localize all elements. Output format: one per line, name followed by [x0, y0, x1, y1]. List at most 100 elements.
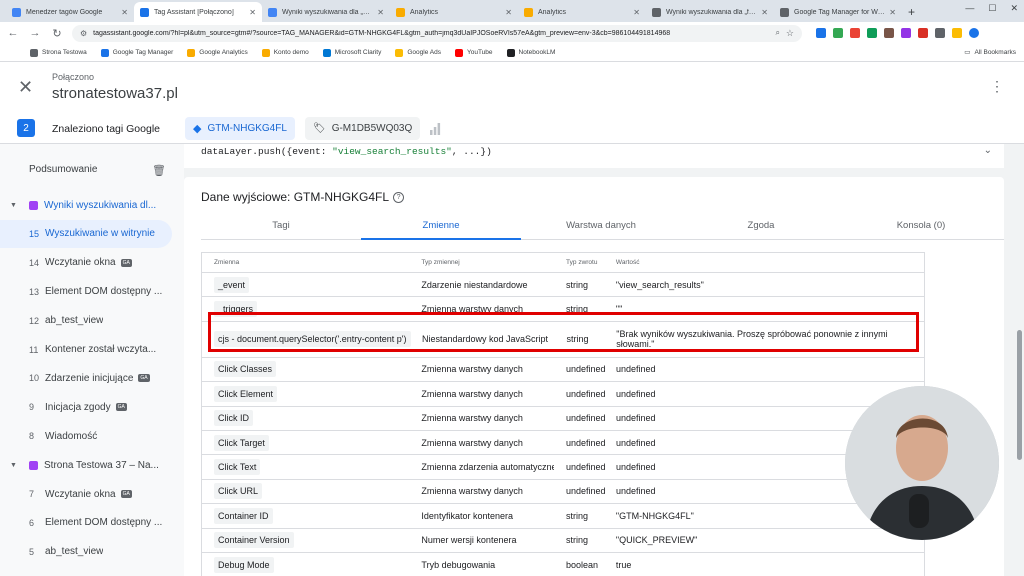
maximize-icon[interactable]: ☐ — [988, 3, 996, 14]
extension-icon[interactable] — [816, 28, 826, 38]
bookmark-item[interactable]: YouTube — [454, 48, 493, 57]
sidebar-event-item[interactable]: 7 Wczytanie okna GA — [0, 480, 184, 508]
bookmark-item[interactable]: Google Ads — [395, 48, 441, 57]
close-tab-icon[interactable]: ✕ — [505, 8, 512, 17]
close-tab-icon[interactable]: ✕ — [377, 8, 384, 17]
ga-badge: GA — [120, 258, 132, 267]
variable-name[interactable]: _triggers — [214, 301, 258, 318]
sidebar-event-item[interactable]: 6 Element DOM dostępny ... — [0, 509, 184, 537]
all-bookmarks[interactable]: ▭ All Bookmarks — [964, 48, 1016, 57]
scrollbar[interactable] — [1017, 330, 1022, 460]
clear-list-icon[interactable]: 🗑 — [152, 164, 166, 177]
output-tab[interactable]: Tagi — [201, 214, 361, 239]
sidebar-event-item[interactable]: 12 ab_test_view — [0, 307, 184, 335]
bookmark-star-icon[interactable]: ☆ — [786, 28, 794, 39]
extension-icon[interactable] — [867, 28, 877, 38]
bookmark-item[interactable]: Konto demo — [261, 48, 309, 57]
output-tab[interactable]: Warstwa danych — [521, 214, 681, 239]
gtm-container-chip[interactable]: ◆ GTM-NHGKG4FL — [185, 117, 295, 140]
output-tab[interactable]: Zmienne — [361, 214, 521, 240]
new-tab-icon[interactable]: + — [908, 2, 915, 22]
variable-name[interactable]: Click Element — [214, 385, 278, 402]
address-bar[interactable]: ⚙ tagassistant.google.com/?hl=pl&utm_sou… — [72, 24, 802, 42]
site-info-icon[interactable]: ⚙ — [80, 29, 87, 38]
sidebar-event-item[interactable]: 5 ab_test_view — [0, 538, 184, 566]
ga-tag-chip[interactable]: 🏷 G-M1DB5WQ03Q — [305, 117, 421, 140]
browser-tab[interactable]: Google Tag Manager for Word... ✕ — [774, 2, 902, 22]
chevron-down-icon[interactable]: ⌄ — [984, 145, 992, 156]
browser-tab[interactable]: Wyniki wyszukiwania dla „frazy... ✕ — [646, 2, 774, 22]
output-tab[interactable]: Konsola (0) — [841, 214, 1001, 239]
sidebar-event-item[interactable]: 11 Kontener został wczyta... — [0, 336, 184, 364]
sidebar-event-item[interactable]: 13 Element DOM dostępny ... — [0, 278, 184, 306]
browser-tab[interactable]: Wyniki wyszukiwania dla „pier... ✕ — [262, 2, 390, 22]
table-row: Click Classes Zmienna warstwy danych undef… — [202, 358, 924, 383]
extension-icon[interactable] — [969, 28, 979, 38]
back-icon[interactable]: ← — [6, 27, 20, 39]
event-label: Wczytanie okna GA — [45, 257, 132, 269]
bookmark-item[interactable]: Google Tag Manager — [100, 48, 173, 57]
sidebar-event-item[interactable]: 8 Wiadomość — [0, 422, 184, 450]
variable-name-cell: Click Text — [202, 459, 409, 476]
variable-name[interactable]: Click URL — [214, 483, 263, 500]
close-tab-icon[interactable]: ✕ — [761, 8, 768, 17]
close-icon[interactable]: ✕ — [18, 77, 33, 98]
variable-name[interactable]: Click Classes — [214, 361, 277, 378]
minimize-icon[interactable]: — — [965, 3, 974, 14]
bookmark-item[interactable]: NotebookLM — [506, 48, 555, 57]
sidebar-event-item[interactable]: 15 Wyszukiwanie w witrynie — [0, 219, 172, 248]
table-row: Container ID Identyfikator kontenera strin… — [202, 504, 924, 529]
output-tab[interactable]: Zgoda — [681, 214, 841, 239]
sidebar-page-group[interactable]: ▼ Strona Testowa 37 – Na... — [0, 451, 184, 479]
forward-icon[interactable]: → — [28, 27, 42, 39]
window-controls: — ☐ ✕ — [965, 3, 1018, 14]
caret-down-icon[interactable]: ▼ — [0, 202, 29, 209]
browser-tab[interactable]: Analytics ✕ — [390, 2, 518, 22]
sidebar-event-item[interactable]: 9 Inicjacja zgody GA — [0, 393, 184, 421]
tab-label: Wyniki wyszukiwania dla „frazy... — [666, 8, 758, 16]
variable-name[interactable]: _event — [214, 276, 250, 293]
variable-name[interactable]: Container Version — [214, 532, 294, 549]
help-icon[interactable]: ? — [393, 192, 405, 204]
sidebar-event-item[interactable]: 14 Wczytanie okna GA — [0, 249, 184, 277]
sidebar-event-item[interactable]: 10 Zdarzenie inicjujące GA — [0, 364, 184, 392]
close-tab-icon[interactable]: ✕ — [633, 8, 640, 17]
close-tab-icon[interactable]: ✕ — [889, 8, 896, 17]
sidebar-page-group[interactable]: ▼ Wyniki wyszukiwania dl... — [0, 191, 184, 219]
close-tab-icon[interactable]: ✕ — [249, 8, 256, 17]
summary-title[interactable]: Podsumowanie — [29, 164, 97, 175]
variable-name[interactable]: Click Text — [214, 459, 261, 476]
variable-name[interactable]: cjs - document.querySelector('.entry-con… — [214, 331, 411, 348]
bookmark-item[interactable]: Strona Testowa — [30, 48, 87, 57]
variable-name[interactable]: Click Target — [214, 434, 269, 451]
event-code-card: dataLayer.push({event: "view_search_resu… — [184, 144, 1004, 168]
variable-type-cell: Zmienna warstwy danych — [421, 364, 523, 375]
extension-icon[interactable] — [901, 28, 911, 38]
variable-name[interactable]: Container ID — [214, 507, 273, 524]
browser-tab[interactable]: Menedżer tagów Google ✕ — [6, 2, 134, 22]
variable-name[interactable]: Click ID — [214, 410, 253, 427]
browser-tab[interactable]: Analytics ✕ — [518, 2, 646, 22]
analytics-chip[interactable] — [423, 117, 447, 140]
extension-icon[interactable] — [884, 28, 894, 38]
column-header: Typ zwrotu — [566, 259, 598, 266]
close-window-icon[interactable]: ✕ — [1010, 3, 1018, 14]
tab-label: Analytics — [410, 8, 439, 16]
extension-icon[interactable] — [935, 28, 945, 38]
close-tab-icon[interactable]: ✕ — [121, 8, 128, 17]
variable-name[interactable]: Debug Mode — [214, 556, 274, 573]
bookmark-item[interactable]: Google Analytics — [187, 48, 248, 57]
bookmark-label: Google Ads — [407, 49, 441, 56]
extension-icon[interactable] — [850, 28, 860, 38]
reload-icon[interactable]: ↻ — [50, 27, 64, 40]
browser-tab[interactable]: Tag Assistant [Połączono] ✕ — [134, 2, 262, 22]
extension-icon[interactable] — [833, 28, 843, 38]
zoom-icon[interactable]: ⌕ — [775, 28, 779, 38]
all-bookmarks-label: All Bookmarks — [974, 48, 1016, 56]
extension-icon[interactable] — [918, 28, 928, 38]
table-header: Zmienna Typ zmiennej Typ zwrotu Wartość — [202, 253, 924, 273]
extension-icon[interactable] — [952, 28, 962, 38]
bookmark-item[interactable]: Microsoft Clarity — [322, 48, 381, 57]
caret-down-icon[interactable]: ▼ — [0, 462, 29, 469]
more-options-icon[interactable]: ⋮ — [990, 78, 1004, 95]
